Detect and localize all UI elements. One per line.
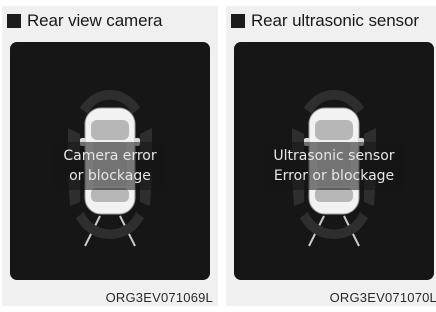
panel-header: Rear view camera bbox=[7, 11, 162, 31]
panel-title: Rear view camera bbox=[27, 11, 163, 30]
panel-header: Rear ultrasonic sensor bbox=[231, 11, 419, 31]
panel-title: Rear ultrasonic sensor bbox=[251, 11, 419, 30]
error-message-line-2: or blockage bbox=[69, 168, 151, 184]
rear-ultrasonic-panel: Rear ultrasonic sensor Ultrasonic sensor… bbox=[226, 6, 436, 306]
display-screen: Ultrasonic sensor Error or blockage bbox=[234, 42, 434, 280]
display-screen: Camera error or blockage bbox=[10, 42, 210, 280]
bullet-square-icon bbox=[231, 14, 245, 28]
error-message: Camera error or blockage bbox=[10, 146, 210, 186]
rear-camera-panel: Rear view camera Camera error or blockag… bbox=[2, 6, 218, 306]
error-message-line-1: Camera error bbox=[63, 148, 157, 164]
error-message: Ultrasonic sensor Error or blockage bbox=[234, 146, 434, 186]
figure-code: ORG3EV071070L bbox=[329, 290, 436, 305]
bullet-square-icon bbox=[7, 14, 21, 28]
error-message-line-1: Ultrasonic sensor bbox=[273, 148, 395, 164]
error-message-line-2: Error or blockage bbox=[273, 168, 395, 184]
figure-code: ORG3EV071069L bbox=[105, 290, 213, 305]
